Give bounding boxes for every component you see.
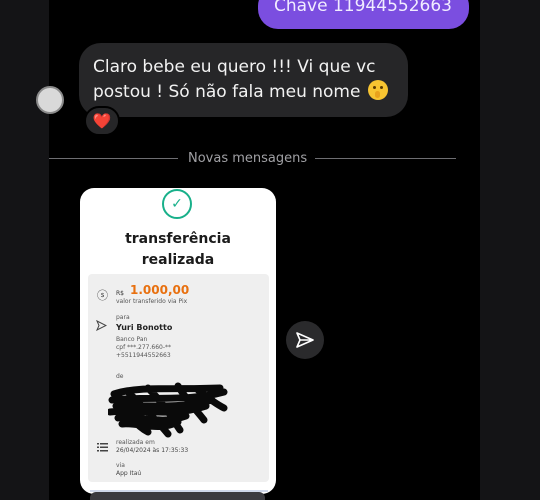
message-composer-edge[interactable]: [90, 492, 265, 500]
redaction-scribble: [108, 382, 228, 438]
dollar-circle-icon: ⓢ: [97, 289, 108, 302]
via-label: via: [116, 462, 125, 469]
recipient-bank: Banco Pan: [116, 336, 148, 343]
heart-reaction[interactable]: ❤️: [84, 106, 120, 136]
recipient-cpf: cpf ***.277.660-**: [116, 344, 172, 351]
left-gutter: [0, 0, 49, 500]
send-icon: [296, 332, 314, 348]
right-gutter: [480, 0, 540, 500]
message-line-2: postou ! Só não fala meu nome: [93, 80, 396, 105]
to-label: para: [116, 314, 130, 321]
avatar[interactable]: [36, 86, 64, 114]
currency-label: R$: [116, 290, 124, 297]
receipt-title-line2: realizada: [141, 252, 215, 268]
date-label: realizada em: [116, 439, 155, 446]
receipt-title: transferência realizada: [80, 229, 276, 271]
receipt-details: ⓢ R$ 1.000,00 valor transferido via Pix …: [88, 274, 269, 482]
date-value: 26/04/2024 às 17:35:33: [116, 447, 189, 454]
amount-caption: valor transferido via Pix: [116, 298, 188, 305]
shushing-face-emoji-icon: [367, 80, 388, 100]
share-button[interactable]: [286, 321, 324, 359]
recipient-phone: +5511944552663: [116, 352, 171, 359]
receipt-image-message[interactable]: ✓ transferência realizada ⓢ R$ 1.000,00 …: [80, 188, 276, 494]
message-line-1: Claro bebe eu quero !!! Vi que vc: [93, 57, 376, 77]
recipient-name: Yuri Bonotto: [116, 323, 173, 332]
new-messages-divider: Novas mensagens: [188, 151, 308, 166]
outgoing-message[interactable]: Chave 11944552663: [258, 0, 469, 29]
divider-line-right: [315, 158, 456, 159]
incoming-message[interactable]: Claro bebe eu quero !!! Vi que vc postou…: [79, 43, 408, 117]
list-icon: [97, 442, 108, 455]
send-arrow-icon: [95, 319, 108, 334]
message-line-2-text: postou ! Só não fala meu nome: [93, 82, 361, 102]
amount-value: 1.000,00: [130, 283, 190, 297]
check-icon: ✓: [162, 189, 192, 219]
from-label: de: [116, 373, 124, 380]
receipt-title-line1: transferência: [125, 231, 231, 247]
via-value: App Itaú: [116, 470, 142, 477]
divider-line-left: [49, 158, 178, 159]
